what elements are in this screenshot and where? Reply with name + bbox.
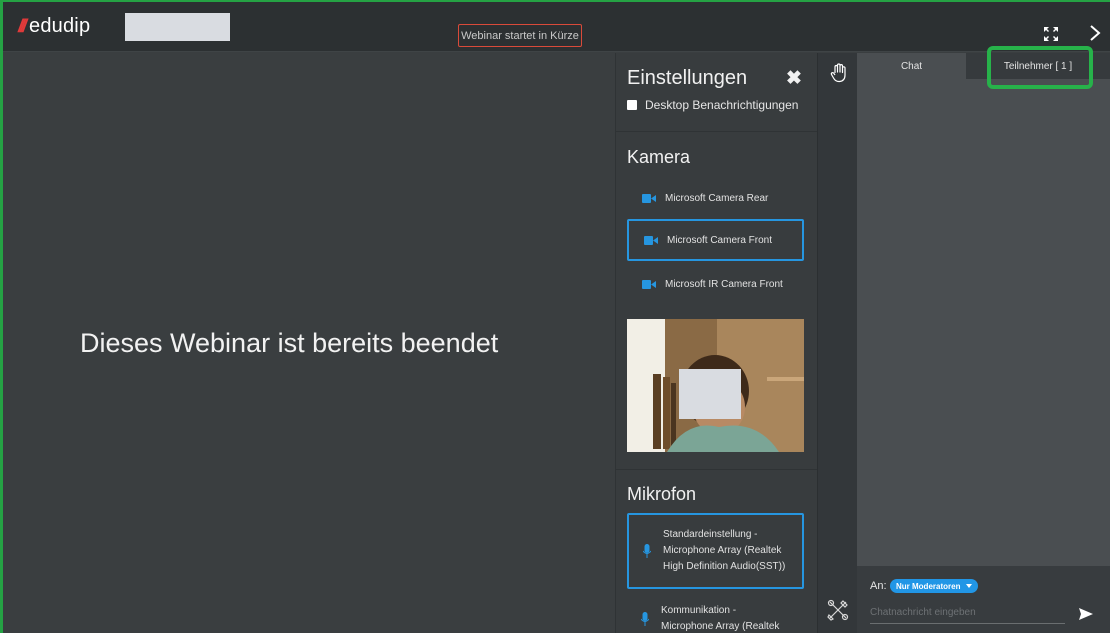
- camera-option-front[interactable]: Microsoft Camera Front: [627, 219, 804, 261]
- desktop-notifications-option[interactable]: Desktop Benachrichtigungen: [627, 98, 798, 112]
- camera-option-rear[interactable]: Microsoft Camera Rear: [627, 177, 804, 219]
- logo-text: edudip: [29, 14, 91, 37]
- video-camera-icon: [642, 279, 656, 289]
- close-icon[interactable]: ✖: [786, 67, 802, 90]
- divider: [616, 131, 818, 132]
- webinar-stage: Dieses Webinar ist bereits beendet: [3, 53, 615, 633]
- camera-option-label: Microsoft Camera Front: [667, 234, 773, 246]
- mic-label-line: Kommunikation -: [661, 605, 737, 616]
- fullscreen-icon[interactable]: [1042, 25, 1060, 43]
- camera-option-label: Microsoft IR Camera Front: [665, 278, 783, 290]
- microphone-option-label: Kommunikation - Microphone Array (Realte…: [661, 603, 779, 633]
- microphone-icon: [641, 612, 649, 626]
- recipient-value: Nur Moderatoren: [896, 581, 961, 591]
- redacted-webinar-title: [125, 13, 230, 41]
- microphone-option-default[interactable]: Standardeinstellung - Microphone Array (…: [627, 513, 804, 589]
- microphone-section-title: Mikrofon: [627, 484, 697, 504]
- video-camera-icon: [642, 193, 656, 203]
- edudip-logo[interactable]: /// edudip: [18, 13, 90, 39]
- tools-icon[interactable]: [827, 599, 849, 621]
- redacted-face: [679, 369, 741, 419]
- desktop-notifications-checkbox[interactable]: [627, 100, 637, 110]
- tab-participants[interactable]: Teilnehmer [ 1 ]: [966, 53, 1110, 79]
- tool-strip: [817, 53, 857, 633]
- mic-label-line: Microphone Array (Realtek: [661, 621, 780, 632]
- top-bar: /// edudip Webinar startet in Kürze: [3, 2, 1110, 52]
- send-icon[interactable]: [1078, 606, 1094, 622]
- divider: [616, 469, 818, 470]
- recipient-dropdown[interactable]: Nur Moderatoren: [890, 579, 979, 593]
- settings-panel: Einstellungen ✖ Desktop Benachrichtigung…: [615, 53, 818, 633]
- logo-slashes: ///: [18, 15, 27, 36]
- mic-label-line: Microphone Array (Realtek: [663, 545, 782, 556]
- raise-hand-icon[interactable]: [830, 63, 848, 83]
- mic-label-line: Standardeinstellung -: [663, 529, 758, 540]
- desktop-notifications-label: Desktop Benachrichtigungen: [645, 98, 799, 112]
- chat-tabs: Chat Teilnehmer [ 1 ]: [857, 53, 1110, 79]
- tab-chat[interactable]: Chat: [857, 53, 966, 79]
- webinar-app: /// edudip Webinar startet in Kürze Dies…: [0, 0, 1110, 633]
- chat-panel: Chat Teilnehmer [ 1 ] An: Nur Moderatore…: [857, 53, 1110, 633]
- microphone-icon: [643, 544, 651, 558]
- settings-title: Einstellungen: [627, 67, 748, 89]
- camera-section-title: Kamera: [627, 147, 691, 167]
- webinar-status-badge: Webinar startet in Kürze: [458, 24, 582, 47]
- chevron-right-icon[interactable]: [1087, 23, 1103, 43]
- stage-message: Dieses Webinar ist bereits beendet: [80, 328, 499, 358]
- video-camera-icon: [644, 235, 658, 245]
- camera-option-label: Microsoft Camera Rear: [665, 192, 769, 204]
- microphone-option-communication[interactable]: Kommunikation - Microphone Array (Realte…: [627, 599, 804, 633]
- chat-footer: An: Nur Moderatoren: [857, 566, 1110, 633]
- camera-preview: [627, 319, 804, 452]
- chat-messages: [857, 79, 1110, 566]
- microphone-option-label: Standardeinstellung - Microphone Array (…: [663, 527, 785, 575]
- recipient-label: An:: [870, 580, 887, 592]
- caret-down-icon: [966, 584, 973, 588]
- camera-option-ir-front[interactable]: Microsoft IR Camera Front: [627, 263, 804, 305]
- chat-message-input[interactable]: [870, 602, 1065, 624]
- mic-label-line: High Definition Audio(SST)): [663, 561, 786, 572]
